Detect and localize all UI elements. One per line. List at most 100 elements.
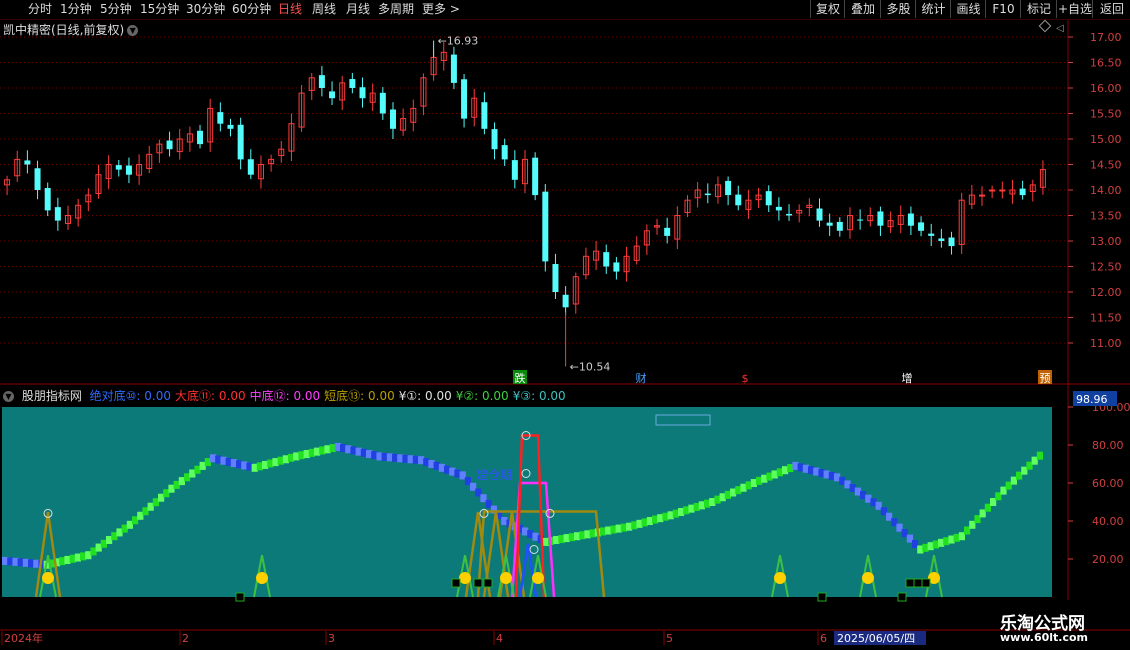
candle-body — [907, 213, 914, 226]
volume-block — [817, 592, 827, 602]
indicator-legend-2: 中底⑫: 0.00 — [249, 389, 321, 403]
candle-body — [349, 79, 356, 88]
candle-body — [978, 194, 985, 197]
candle-body — [389, 109, 396, 129]
volume-block — [913, 578, 923, 588]
candle-body — [461, 79, 468, 119]
indicator-legend-1: 大底⑪: 0.00 — [175, 389, 246, 403]
indicator-tick-label: 80.00 — [1092, 439, 1124, 452]
indicator-tick-label: 60.00 — [1092, 477, 1124, 490]
price-tick-label: 16.50 — [1090, 57, 1122, 70]
candle-body — [603, 252, 610, 267]
candle-body — [359, 87, 366, 99]
date-label: 3 — [328, 632, 335, 645]
date-label: 4 — [496, 632, 503, 645]
candle-body — [247, 159, 254, 175]
candle-body — [227, 124, 234, 129]
candle-body — [562, 294, 569, 308]
candle-body — [511, 160, 518, 180]
indicator-legend-6: ¥③: 0.00 — [512, 389, 566, 403]
candle-body — [237, 124, 244, 160]
smiley-icon — [862, 572, 874, 584]
candle-body — [613, 262, 620, 272]
indicator-name: 股朋指标网 — [21, 389, 82, 403]
candle-body — [532, 157, 539, 196]
candle-body — [491, 129, 498, 150]
diamond-icon — [1038, 19, 1052, 33]
volume-block — [235, 592, 245, 602]
date-label: 5 — [666, 632, 673, 645]
candle-body — [542, 191, 549, 262]
candle-body — [217, 112, 224, 124]
volume-block — [897, 592, 907, 602]
candle-body — [379, 92, 386, 114]
indicator-legend-4: ¥①: 0.00 — [398, 389, 452, 403]
candle-body — [775, 206, 782, 211]
candle-body — [125, 165, 132, 175]
candle-body — [115, 165, 122, 170]
candle-body — [318, 75, 325, 88]
high-label: ←16.93 — [438, 35, 479, 48]
indicator-annotation: 建仓期 — [476, 468, 512, 482]
smiley-icon — [532, 572, 544, 584]
event-marker: $ — [742, 372, 749, 385]
candle-body — [450, 54, 457, 83]
price-tick-label: 16.00 — [1090, 82, 1122, 95]
candle-body — [786, 213, 793, 216]
price-tick-label: 14.50 — [1090, 159, 1122, 172]
candle-body — [725, 180, 732, 196]
candle-body — [1019, 188, 1026, 196]
candle-body — [877, 211, 884, 226]
volume-block — [483, 578, 493, 588]
low-label: ←10.54 — [570, 360, 611, 373]
volume-block — [921, 578, 931, 588]
smiley-icon — [459, 572, 471, 584]
price-tick-label: 11.50 — [1090, 312, 1122, 325]
candle-body — [24, 160, 31, 165]
chevron-down-icon[interactable]: ▼ — [3, 391, 14, 402]
candle-body — [857, 219, 864, 221]
candle-body — [735, 194, 742, 206]
indicator-tick-label: 20.00 — [1092, 553, 1124, 566]
candle-body — [816, 208, 823, 221]
candle-body — [826, 222, 833, 226]
date-label: 6 — [820, 632, 827, 645]
date-label: 2 — [182, 632, 189, 645]
candle-body — [948, 237, 955, 247]
event-marker: 预 — [1040, 372, 1051, 385]
candle-body — [329, 91, 336, 99]
smiley-icon — [500, 572, 512, 584]
price-tick-label: 17.00 — [1090, 31, 1122, 44]
current-value-label: 98.96 — [1076, 393, 1108, 406]
watermark-url: www.60lt.com — [1000, 631, 1089, 644]
indicator-title: ▼ 股朋指标网 绝对底⑩: 0.00 大底⑪: 0.00 中底⑫: 0.00 短底⑬:… — [3, 387, 570, 404]
price-tick-label: 15.50 — [1090, 108, 1122, 121]
indicator-legend-5: ¥②: 0.00 — [455, 389, 509, 403]
candle-body — [918, 222, 925, 231]
candle-body — [664, 227, 671, 236]
volume-block — [473, 578, 483, 588]
candle-body — [54, 207, 61, 221]
candle-body — [34, 168, 41, 190]
event-marker: 财 — [636, 371, 647, 385]
price-tick-label: 12.00 — [1090, 286, 1122, 299]
chart-canvas: 11.00 11.50 12.00 12.50 13.00 13.50 14.00 14.50… — [0, 19, 1130, 645]
indicator-legend-3: 短底⑬: 0.00 — [324, 389, 395, 403]
price-tick-label: 13.50 — [1090, 210, 1122, 223]
candle-body — [928, 233, 935, 236]
event-marker: 增 — [902, 371, 913, 385]
price-tick-label: 14.00 — [1090, 184, 1122, 197]
candle-body — [481, 102, 488, 129]
price-tick-label: 15.00 — [1090, 133, 1122, 146]
price-tick-label: 11.00 — [1090, 337, 1122, 350]
smiley-icon — [256, 572, 268, 584]
ribbon-segment — [1036, 451, 1043, 460]
event-marker: 跌 — [515, 371, 526, 385]
candle-body — [765, 191, 772, 206]
candle-body — [44, 187, 51, 211]
arrow-left-icon: ◁ — [1056, 23, 1064, 34]
candle-body — [704, 193, 711, 196]
candle-body — [999, 189, 1006, 192]
candle-body — [166, 140, 173, 150]
price-tick-label: 12.50 — [1090, 261, 1122, 274]
